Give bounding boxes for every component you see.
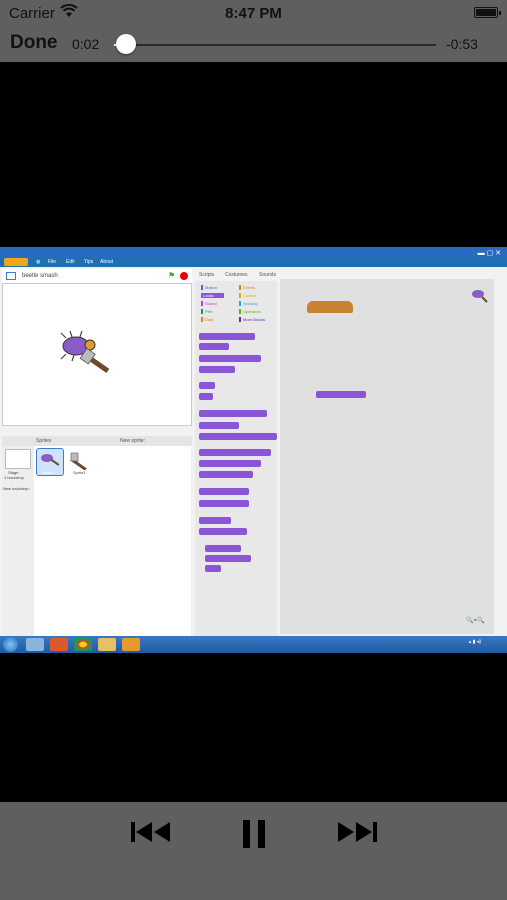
sprite-name-sprite1: Sprite1 — [73, 470, 86, 475]
tab-sounds: Sounds — [259, 272, 276, 278]
looks-reporter — [205, 565, 221, 572]
category-sound: Sound — [201, 301, 217, 307]
status-bar: Carrier 8:47 PM — [0, 0, 507, 28]
stop-icon — [180, 272, 188, 280]
category-events: Events — [239, 285, 255, 291]
category-pen: Pen — [201, 309, 212, 315]
beetle-thumb-icon — [41, 454, 60, 466]
category-more-blocks: More Blocks — [239, 317, 265, 323]
taskbar-chrome-icon — [74, 638, 92, 651]
scripts-area: 🔍=🔍 — [280, 279, 494, 634]
menu-file: File — [48, 259, 57, 265]
progress-track[interactable] — [114, 44, 436, 46]
menu-tips: Tips — [84, 259, 94, 265]
category-data: Data — [201, 317, 213, 323]
window-controls-icon: ▬ ▢ ✕ — [477, 250, 501, 257]
zoom-controls-icon: 🔍=🔍 — [466, 618, 485, 624]
taskbar-folder-icon — [98, 638, 116, 651]
menu-edit: Edit — [66, 259, 75, 265]
looks-block — [199, 433, 277, 440]
stage-header: beetle smash ⚑ — [2, 269, 192, 284]
sprites-pane: Beetle Sprite1 — [34, 446, 191, 636]
windows-taskbar: ▴ ▮ ◂) — [0, 636, 507, 653]
stage-canvas — [2, 283, 192, 426]
looks-block — [199, 517, 231, 524]
player-controls-bar — [0, 802, 507, 900]
hammer-thumb-icon — [70, 452, 87, 471]
when-flag-clicked-block — [307, 301, 353, 313]
looks-block — [199, 343, 229, 350]
window-title-bar: ▬ ▢ ✕ — [0, 247, 507, 257]
done-button[interactable]: Done — [10, 32, 58, 54]
sprites-header: Sprites New sprite: — [2, 436, 192, 446]
pause-icon[interactable] — [242, 819, 266, 849]
stage-thumbnail — [5, 449, 31, 469]
looks-block — [199, 471, 253, 478]
looks-block — [199, 449, 271, 456]
scrubber-thumb[interactable] — [115, 34, 136, 54]
looks-block — [199, 500, 249, 507]
green-flag-icon: ⚑ — [168, 271, 176, 280]
menu-about: About — [100, 259, 114, 265]
beetle-sprite-icon — [60, 330, 110, 374]
category-sensing: Sensing — [239, 301, 257, 307]
taskbar-explorer-icon — [26, 638, 44, 651]
sprites-label: Sprites — [36, 438, 52, 444]
new-sprite-label: New sprite: — [120, 438, 146, 444]
tab-costumes: Costumes — [225, 272, 248, 278]
category-control: Control — [239, 293, 256, 299]
sprite-thumb-sprite1 — [68, 448, 94, 472]
looks-block — [199, 528, 247, 535]
category-looks: Looks — [201, 293, 224, 298]
looks-block — [199, 393, 213, 400]
fullscreen-icon — [6, 272, 16, 280]
looks-block — [199, 333, 255, 340]
looks-block — [199, 366, 235, 373]
battery-icon — [474, 7, 501, 18]
taskbar-media-icon — [50, 638, 68, 651]
looks-block — [199, 355, 261, 362]
looks-block — [199, 410, 267, 417]
next-track-icon[interactable] — [336, 819, 378, 845]
taskbar-scratch-icon — [122, 638, 140, 651]
category-motion: Motion — [201, 285, 217, 291]
globe-icon: ◍ — [36, 259, 41, 265]
previous-track-icon[interactable] — [130, 819, 172, 845]
looks-block — [199, 422, 239, 429]
scratch-menu-bar: ◍ File Edit Tips About — [0, 257, 507, 267]
stage-backdrop-count: 1 backdrop — [4, 475, 24, 480]
category-operators: Operators — [239, 309, 261, 315]
new-backdrop-label: New backdrop: — [3, 486, 30, 491]
elapsed-time: 0:02 — [72, 36, 100, 52]
start-button-icon — [3, 637, 18, 652]
tray-icons: ▴ ▮ ◂) — [468, 639, 481, 645]
looks-reporter — [205, 555, 251, 562]
project-title: beetle smash — [22, 273, 58, 279]
looks-block — [199, 382, 215, 389]
editor-tabs: Scripts Costumes Sounds — [195, 269, 285, 281]
remaining-time: -0:53 — [446, 36, 478, 52]
stage-thumbnail-column: Stage 1 backdrop New backdrop: — [2, 446, 34, 636]
player-top-bar: Done 0:02 -0:53 — [0, 28, 507, 62]
sprite-name-beetle: Beetle — [42, 470, 54, 475]
block-palette: Motion Looks Sound Pen Data Events Contr… — [195, 281, 277, 648]
looks-block — [199, 460, 261, 467]
looks-reporter — [205, 545, 241, 552]
tab-scripts: Scripts — [199, 272, 215, 278]
set-size-block — [316, 391, 366, 398]
sprite-corner-icon — [472, 290, 488, 303]
looks-block — [199, 488, 249, 495]
clock: 8:47 PM — [225, 5, 282, 22]
scratch-logo — [4, 258, 28, 266]
video-frame[interactable]: ▬ ▢ ✕ ◍ File Edit Tips About beetle smas… — [0, 247, 507, 653]
